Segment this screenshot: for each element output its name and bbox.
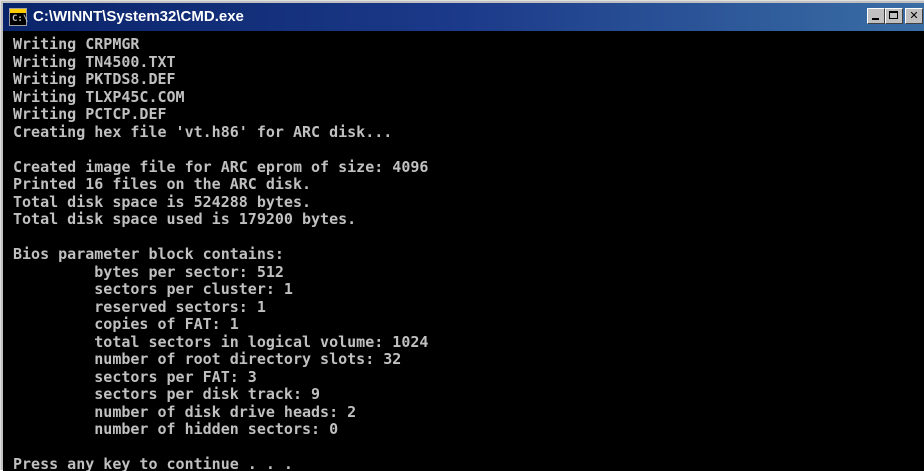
console-output[interactable]: Writing CRPMGR Writing TN4500.TXT Writin… xyxy=(3,31,924,471)
console-line: number of hidden sectors: 0 xyxy=(13,420,339,438)
window-title: C:\WINNT\System32\CMD.exe xyxy=(33,8,244,25)
console-line: Total disk space used is 179200 bytes. xyxy=(13,210,357,228)
console-line: number of root directory slots: 32 xyxy=(13,350,402,368)
console-line: Writing CRPMGR xyxy=(13,35,140,53)
console-line: total sectors in logical volume: 1024 xyxy=(13,332,429,351)
console-line: Total disk space is 524288 bytes. xyxy=(13,192,312,211)
console-line: Press any key to continue . . . xyxy=(13,455,293,471)
cmd-window: C:\ C:\WINNT\System32\CMD.exe ✕ Writing … xyxy=(0,0,924,471)
minimize-icon xyxy=(868,9,884,23)
title-bar[interactable]: C:\ C:\WINNT\System32\CMD.exe ✕ xyxy=(3,3,924,31)
close-icon: ✕ xyxy=(909,9,919,22)
close-button[interactable]: ✕ xyxy=(905,8,923,24)
cmd-icon[interactable]: C:\ xyxy=(9,8,29,26)
console-line: Writing PKTDS8.DEF xyxy=(13,70,176,88)
maximize-icon xyxy=(886,9,902,23)
console-line: Bios parameter block contains: xyxy=(13,245,284,263)
minimize-button[interactable] xyxy=(867,8,885,24)
console-line: sectors per cluster: 1 xyxy=(13,280,293,298)
console-line: Writing PCTCP.DEF xyxy=(13,105,167,123)
window-controls: ✕ xyxy=(867,8,923,26)
console-line: reserved sectors: 1 xyxy=(13,297,266,316)
console-line: sectors per FAT: 3 xyxy=(13,367,257,386)
console-line: copies of FAT: 1 xyxy=(13,315,239,333)
maximize-button[interactable] xyxy=(885,8,903,24)
console-line: Creating hex file 'vt.h86' for ARC disk.… xyxy=(13,122,393,141)
console-line: bytes per sector: 512 xyxy=(13,262,284,281)
console-line: Created image file for ARC eprom of size… xyxy=(13,157,429,176)
console-line: Printed 16 files on the ARC disk. xyxy=(13,175,312,193)
console-line: Writing TN4500.TXT xyxy=(13,52,176,71)
cmd-icon-bar xyxy=(10,9,26,13)
console-line: number of disk drive heads: 2 xyxy=(13,402,357,421)
cmd-icon-prompt: C:\ xyxy=(12,14,29,24)
console-line: Writing TLXP45C.COM xyxy=(13,87,185,106)
console-line: sectors per disk track: 9 xyxy=(13,385,321,403)
